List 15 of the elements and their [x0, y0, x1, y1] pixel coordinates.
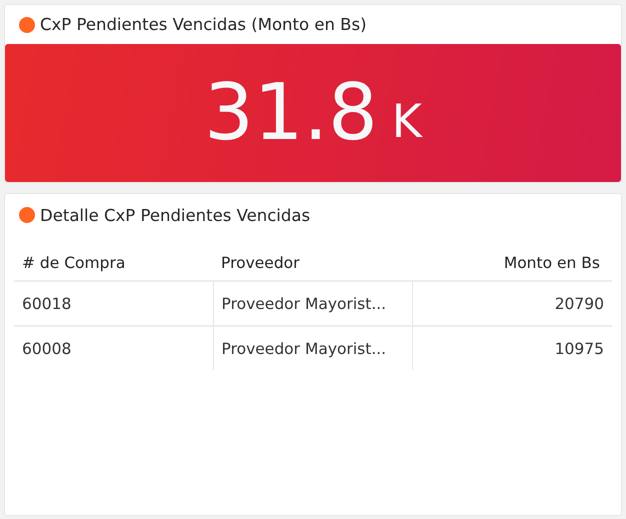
card-title: Detalle CxP Pendientes Vencidas: [40, 206, 310, 224]
table-cell: Proveedor Mayorist...: [213, 326, 412, 370]
status-dot-icon: [19, 16, 35, 32]
table-cell: 20790: [412, 281, 612, 326]
table-cell: 60018: [14, 281, 213, 326]
kpi-value: 31.8: [204, 74, 378, 152]
table-cell: 60008: [14, 326, 213, 370]
kpi-unit: K: [392, 98, 422, 144]
card-title: CxP Pendientes Vencidas (Monto en Bs): [40, 15, 367, 34]
table-cell: 10975: [412, 326, 612, 370]
column-header[interactable]: Proveedor: [213, 246, 412, 281]
table-cell: Proveedor Mayorist...: [213, 281, 412, 326]
status-dot-icon: [19, 207, 35, 223]
column-header[interactable]: # de Compra: [14, 246, 213, 281]
column-header[interactable]: Monto en Bs: [412, 246, 612, 281]
